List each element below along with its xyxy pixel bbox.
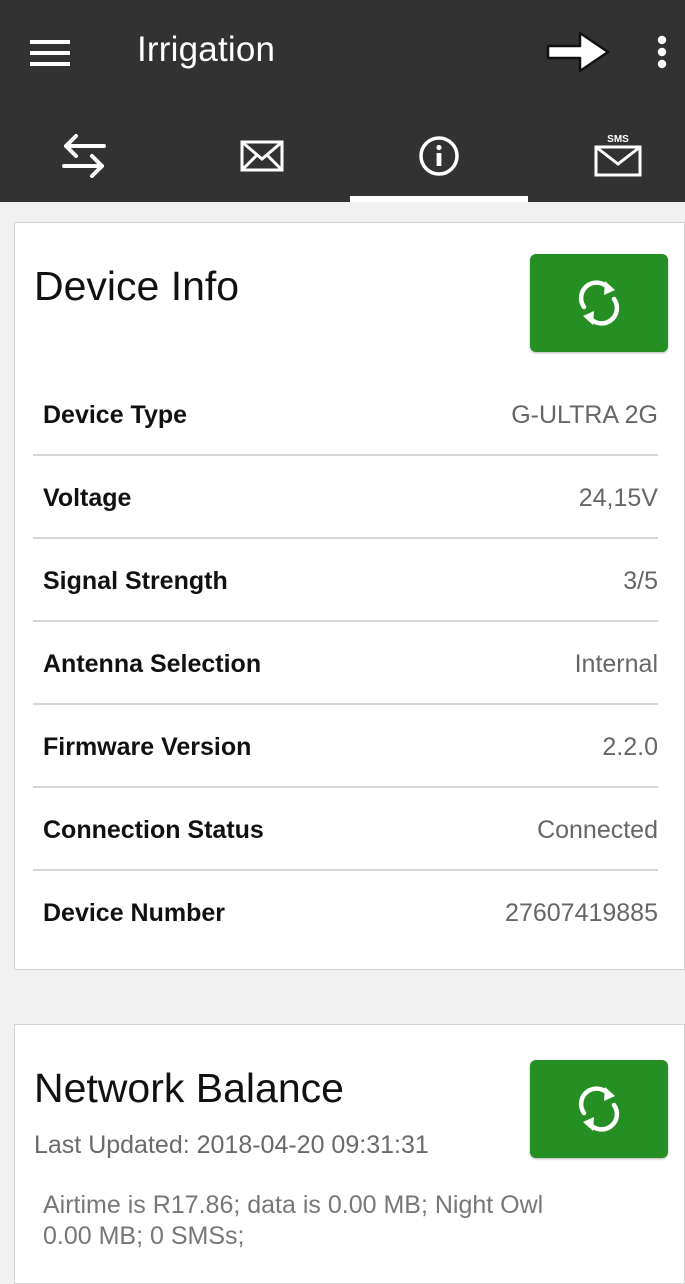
refresh-icon [578,280,620,326]
selected-tab-indicator [350,196,528,202]
tab-sms[interactable]: SMS [514,104,685,202]
tab-info[interactable] [342,104,513,202]
network-balance-title: Network Balance [34,1065,344,1111]
app-title: Irrigation [137,30,276,69]
network-balance-refresh-button[interactable] [530,1060,668,1158]
row-value: 24,15V [578,484,658,512]
forward-button[interactable] [540,26,616,78]
sms-icon: SMS [594,134,642,177]
info-row-device-number: Device Number 27607419885 [33,871,658,954]
tab-mail[interactable] [171,104,342,202]
network-balance-card: Network Balance Last Updated: 2018-04-20… [14,1024,685,1284]
info-row-firmware-version: Firmware Version 2.2.0 [33,705,658,788]
app-bar: Irrigation [0,0,685,104]
info-row-connection-status: Connection Status Connected [33,788,658,871]
row-value: 27607419885 [505,899,658,927]
row-value: Connected [537,816,658,844]
row-value: G-ULTRA 2G [511,401,658,429]
info-icon [419,136,459,176]
row-label: Device Type [43,401,188,429]
menu-button[interactable] [20,28,80,78]
device-info-card: Device Info Device Type G-ULTRA 2G Volta… [14,222,685,970]
row-value: 3/5 [623,567,658,595]
info-row-signal-strength: Signal Strength 3/5 [33,539,658,622]
info-row-voltage: Voltage 24,15V [33,456,658,539]
menu-icon [30,40,70,66]
row-label: Signal Strength [43,567,228,595]
info-row-antenna-selection: Antenna Selection Internal [33,622,658,705]
device-info-refresh-button[interactable] [530,254,668,352]
row-label: Device Number [43,899,226,927]
row-value: Internal [574,650,658,678]
row-label: Antenna Selection [43,650,262,678]
last-updated-text: Last Updated: 2018-04-20 09:31:31 [34,1131,429,1159]
row-label: Connection Status [43,816,264,844]
more-vert-icon [657,35,667,69]
swap-arrows-icon [62,134,106,178]
info-row-device-type: Device Type G-ULTRA 2G [33,373,658,456]
tab-bar: SMS [0,104,685,202]
row-label: Voltage [43,484,132,512]
arrow-right-icon [546,31,610,73]
balance-details: Airtime is R17.86; data is 0.00 MB; Nigh… [43,1191,544,1250]
tab-transfer[interactable] [0,104,171,202]
device-info-title: Device Info [34,263,240,309]
refresh-icon [578,1086,620,1132]
row-label: Firmware Version [43,733,252,761]
sms-badge-text: SMS [607,134,629,145]
row-value: 2.2.0 [602,733,658,761]
mail-icon [240,140,284,172]
overflow-menu-button[interactable] [645,24,679,80]
